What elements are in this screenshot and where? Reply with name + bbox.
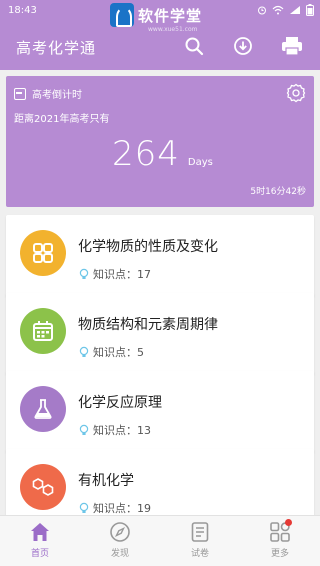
category-title: 物质结构和元素周期律: [78, 317, 218, 333]
download-button[interactable]: [231, 34, 255, 58]
alarm-icon: [257, 5, 267, 18]
calendar-small-icon: [14, 87, 26, 100]
nav-more[interactable]: 更多: [240, 516, 320, 566]
knowledge-count: 知识点：5: [93, 346, 144, 359]
nav-discover[interactable]: 发现: [80, 516, 160, 566]
category-card[interactable]: 化学物质的性质及变化 知识点：17: [6, 215, 314, 297]
notification-badge: [285, 519, 292, 526]
nav-papers-label: 试卷: [190, 549, 209, 559]
knowledge-count: 知识点：19: [93, 502, 151, 515]
paper-icon: [191, 522, 209, 542]
category-meta: 知识点：5: [78, 344, 144, 360]
battery-icon: [306, 4, 314, 19]
app-screen: 18:43 软件学堂 www.xue51.com 高考化学通 高考倒计时 距离2…: [0, 0, 320, 566]
bulb-icon: [79, 268, 89, 279]
countdown-title: 高考倒计时: [32, 90, 82, 101]
search-icon: [185, 37, 204, 56]
nav-more-label: 更多: [270, 549, 289, 559]
countdown-days: 264 Days: [112, 134, 213, 174]
category-title: 化学反应原理: [78, 395, 162, 411]
download-icon: [234, 37, 252, 55]
category-meta: 知识点：13: [78, 422, 151, 438]
nav-papers[interactable]: 试卷: [160, 516, 240, 566]
search-button[interactable]: [182, 34, 206, 58]
status-icons: [257, 4, 314, 19]
molecule-icon: [20, 464, 66, 510]
countdown-card: 高考倒计时 距离2021年高考只有 264 Days 5时16分42秒: [6, 76, 314, 207]
countdown-remaining-time: 5时16分42秒: [250, 187, 306, 197]
bulb-icon: [79, 502, 89, 513]
gear-icon: [286, 83, 306, 103]
signal-icon: [289, 5, 301, 18]
knowledge-count: 知识点：13: [93, 424, 151, 437]
nav-discover-label: 发现: [110, 549, 129, 559]
nav-home-label: 首页: [30, 549, 49, 559]
status-time: 18:43: [8, 5, 37, 16]
watermark-url: www.xue51.com: [148, 26, 198, 33]
bulb-icon: [79, 346, 89, 357]
countdown-header: 高考倒计时: [14, 86, 82, 101]
home-icon: [31, 523, 49, 541]
countdown-days-number: 264: [112, 134, 180, 174]
countdown-subtitle: 距离2021年高考只有: [14, 114, 110, 125]
knowledge-count: 知识点：17: [93, 268, 151, 281]
wifi-icon: [272, 5, 284, 18]
page-title: 高考化学通: [16, 39, 97, 57]
flask-icon: [20, 386, 66, 432]
watermark-logo-icon: [110, 3, 134, 27]
category-meta: 知识点：19: [78, 500, 151, 516]
category-meta: 知识点：17: [78, 266, 151, 282]
category-title: 化学物质的性质及变化: [78, 239, 218, 255]
print-button[interactable]: [280, 34, 304, 58]
bottom-nav: 首页 发现 试卷 更多: [0, 515, 320, 566]
category-title: 有机化学: [78, 473, 134, 489]
watermark-text: 软件学堂: [138, 6, 203, 25]
countdown-days-unit: Days: [187, 157, 213, 168]
calendar-icon: [20, 308, 66, 354]
watermark: 软件学堂: [110, 2, 202, 28]
printer-icon: [282, 37, 302, 56]
bulb-icon: [79, 424, 89, 435]
compass-icon: [110, 522, 130, 542]
app-bar: 18:43 软件学堂 www.xue51.com 高考化学通: [0, 0, 320, 70]
category-card[interactable]: 化学反应原理 知识点：13: [6, 371, 314, 453]
countdown-settings-button[interactable]: [286, 83, 306, 103]
grid-icon: [20, 230, 66, 276]
category-card[interactable]: 物质结构和元素周期律 知识点：5: [6, 293, 314, 375]
nav-home[interactable]: 首页: [0, 516, 80, 566]
